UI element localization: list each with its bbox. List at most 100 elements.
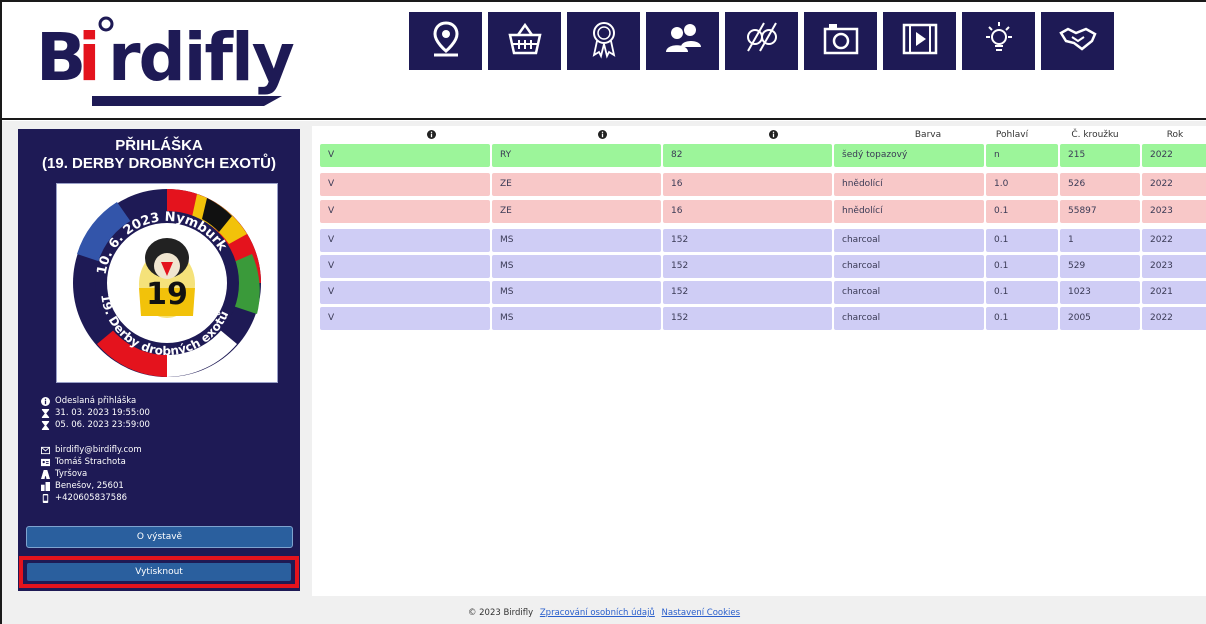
emblem-number: 19 — [146, 277, 188, 312]
table-cell: charcoal — [834, 229, 984, 252]
birdifly-logo[interactable]: B i rdifly ...and connect the world — [32, 8, 312, 108]
award-ribbon-icon — [584, 19, 624, 63]
title-line-1: PŘIHLÁŠKA — [115, 137, 203, 154]
table-cell: V — [320, 255, 490, 278]
table-cell: 526 — [1060, 173, 1140, 196]
info-icon[interactable] — [426, 130, 436, 140]
nav-partners-button[interactable] — [1041, 12, 1114, 70]
table-cell: V — [320, 144, 490, 167]
info-icon[interactable] — [768, 130, 778, 140]
nav-rings-button[interactable] — [725, 12, 798, 70]
hourglass-icon — [40, 409, 50, 419]
date-sent: 31. 03. 2023 19:55:00 — [55, 408, 150, 418]
users-icon — [663, 19, 703, 63]
title-line-2: (19. DERBY DROBNÝCH EXOTŮ) — [42, 155, 276, 172]
cookie-settings-link[interactable]: Nastavení Cookies — [662, 608, 741, 618]
table-cell: 2023 — [1142, 255, 1206, 278]
table-cell: ZE — [492, 200, 661, 223]
table-row[interactable]: V MS 152 charcoal 0.1 529 2023 — [320, 255, 1206, 278]
deadline-date: 05. 06. 2023 23:59:00 — [55, 420, 150, 430]
table-cell: charcoal — [834, 255, 984, 278]
status-line: Odeslaná přihláška — [40, 396, 136, 407]
table-cell: 0.1 — [986, 255, 1058, 278]
table-cell: 1.0 — [986, 173, 1058, 196]
nav-awards-button[interactable] — [567, 12, 640, 70]
table-cell: MS — [492, 255, 661, 278]
nav-video-button[interactable] — [883, 12, 956, 70]
table-cell: 2022 — [1142, 173, 1206, 196]
table-cell: 152 — [663, 229, 832, 252]
contact-street: Tyršova — [55, 469, 88, 479]
table-cell: V — [320, 200, 490, 223]
table-cell: 0.1 — [986, 200, 1058, 223]
privacy-link[interactable]: Zpracování osobních údajů — [540, 608, 655, 618]
table-cell: 0.1 — [986, 281, 1058, 304]
table-cell: hnědolící — [834, 200, 984, 223]
table-cell: 152 — [663, 281, 832, 304]
street-line: Tyršova — [40, 469, 87, 480]
table-cell: 2022 — [1142, 144, 1206, 167]
table-cell: 0.1 — [986, 307, 1058, 330]
phone-line: +420605837586 — [40, 493, 127, 504]
logo-tagline: ...and connect the world — [116, 95, 242, 107]
table-cell: 1 — [1060, 229, 1140, 252]
table-cell: šedý topazový — [834, 144, 984, 167]
envelope-icon — [40, 446, 50, 456]
header-year: Rok — [1166, 130, 1184, 140]
footer: © 2023 Birdifly Zpracování osobních údaj… — [2, 600, 1206, 624]
table-row[interactable]: V ZE 16 hnědolící 0.1 55897 2023 — [320, 200, 1206, 223]
table-cell: V — [320, 281, 490, 304]
table-cell: 55897 — [1060, 200, 1140, 223]
info-icon — [40, 397, 50, 407]
nav-ideas-button[interactable] — [962, 12, 1035, 70]
table-row[interactable]: V MS 152 charcoal 0.1 2005 2022 — [320, 307, 1206, 330]
table-row[interactable]: V RY 82 šedý topazový n 215 2022 — [320, 144, 1206, 167]
table-cell: MS — [492, 281, 661, 304]
table-row[interactable]: V MS 152 charcoal 0.1 1 2022 — [320, 229, 1206, 252]
date-sent-line: 31. 03. 2023 19:55:00 — [40, 408, 150, 419]
event-emblem: 19 10. 6. 2023 Nymburk 19. Derby drobnýc… — [56, 183, 278, 383]
table-header: Barva Pohlaví Č. kroužku Rok — [312, 126, 1206, 144]
road-icon — [40, 470, 50, 480]
nav-location-button[interactable] — [409, 12, 482, 70]
table-cell: 1023 — [1060, 281, 1140, 304]
city-line: Benešov, 25601 — [40, 481, 124, 492]
table-cell: 529 — [1060, 255, 1140, 278]
camera-icon — [821, 19, 861, 63]
table-cell: 16 — [663, 173, 832, 196]
table-cell: 2022 — [1142, 229, 1206, 252]
name-line: Tomáš Strachota — [40, 457, 126, 468]
location-pin-icon — [426, 19, 466, 63]
table-cell: 82 — [663, 144, 832, 167]
table-cell: hnědolící — [834, 173, 984, 196]
contact-city: Benešov, 25601 — [55, 481, 124, 491]
about-show-button[interactable]: O výstavě — [26, 526, 293, 548]
application-title: PŘIHLÁŠKA (19. DERBY DROBNÝCH EXOTŮ) — [18, 137, 300, 173]
contact-phone: +420605837586 — [55, 493, 128, 503]
table-cell: 2023 — [1142, 200, 1206, 223]
nav-users-button[interactable] — [646, 12, 719, 70]
entries-table: Barva Pohlaví Č. kroužku Rok V RY 82 šedý t… — [312, 126, 1206, 596]
table-cell: 2022 — [1142, 307, 1206, 330]
table-cell: 0.1 — [986, 229, 1058, 252]
table-cell: 2005 — [1060, 307, 1140, 330]
table-row[interactable]: V ZE 16 hnědolící 1.0 526 2022 — [320, 173, 1206, 196]
print-button[interactable]: Vytisknout — [27, 563, 291, 581]
table-cell: charcoal — [834, 307, 984, 330]
hourglass-icon — [40, 421, 50, 431]
table-cell: V — [320, 307, 490, 330]
svg-text:rdifly: rdifly — [108, 19, 294, 96]
status-text: Odeslaná přihláška — [55, 396, 137, 406]
table-cell: 16 — [663, 200, 832, 223]
table-cell: n — [986, 144, 1058, 167]
table-cell: RY — [492, 144, 661, 167]
header-color: Barva — [914, 130, 942, 140]
nav-shop-button[interactable] — [488, 12, 561, 70]
info-icon[interactable] — [597, 130, 607, 140]
table-row[interactable]: V MS 152 charcoal 0.1 1023 2021 — [320, 281, 1206, 304]
id-card-icon — [40, 458, 50, 468]
email-line: birdifly@birdifly.com — [40, 445, 142, 456]
svg-text:i: i — [78, 19, 101, 96]
table-cell: 2021 — [1142, 281, 1206, 304]
nav-gallery-button[interactable] — [804, 12, 877, 70]
